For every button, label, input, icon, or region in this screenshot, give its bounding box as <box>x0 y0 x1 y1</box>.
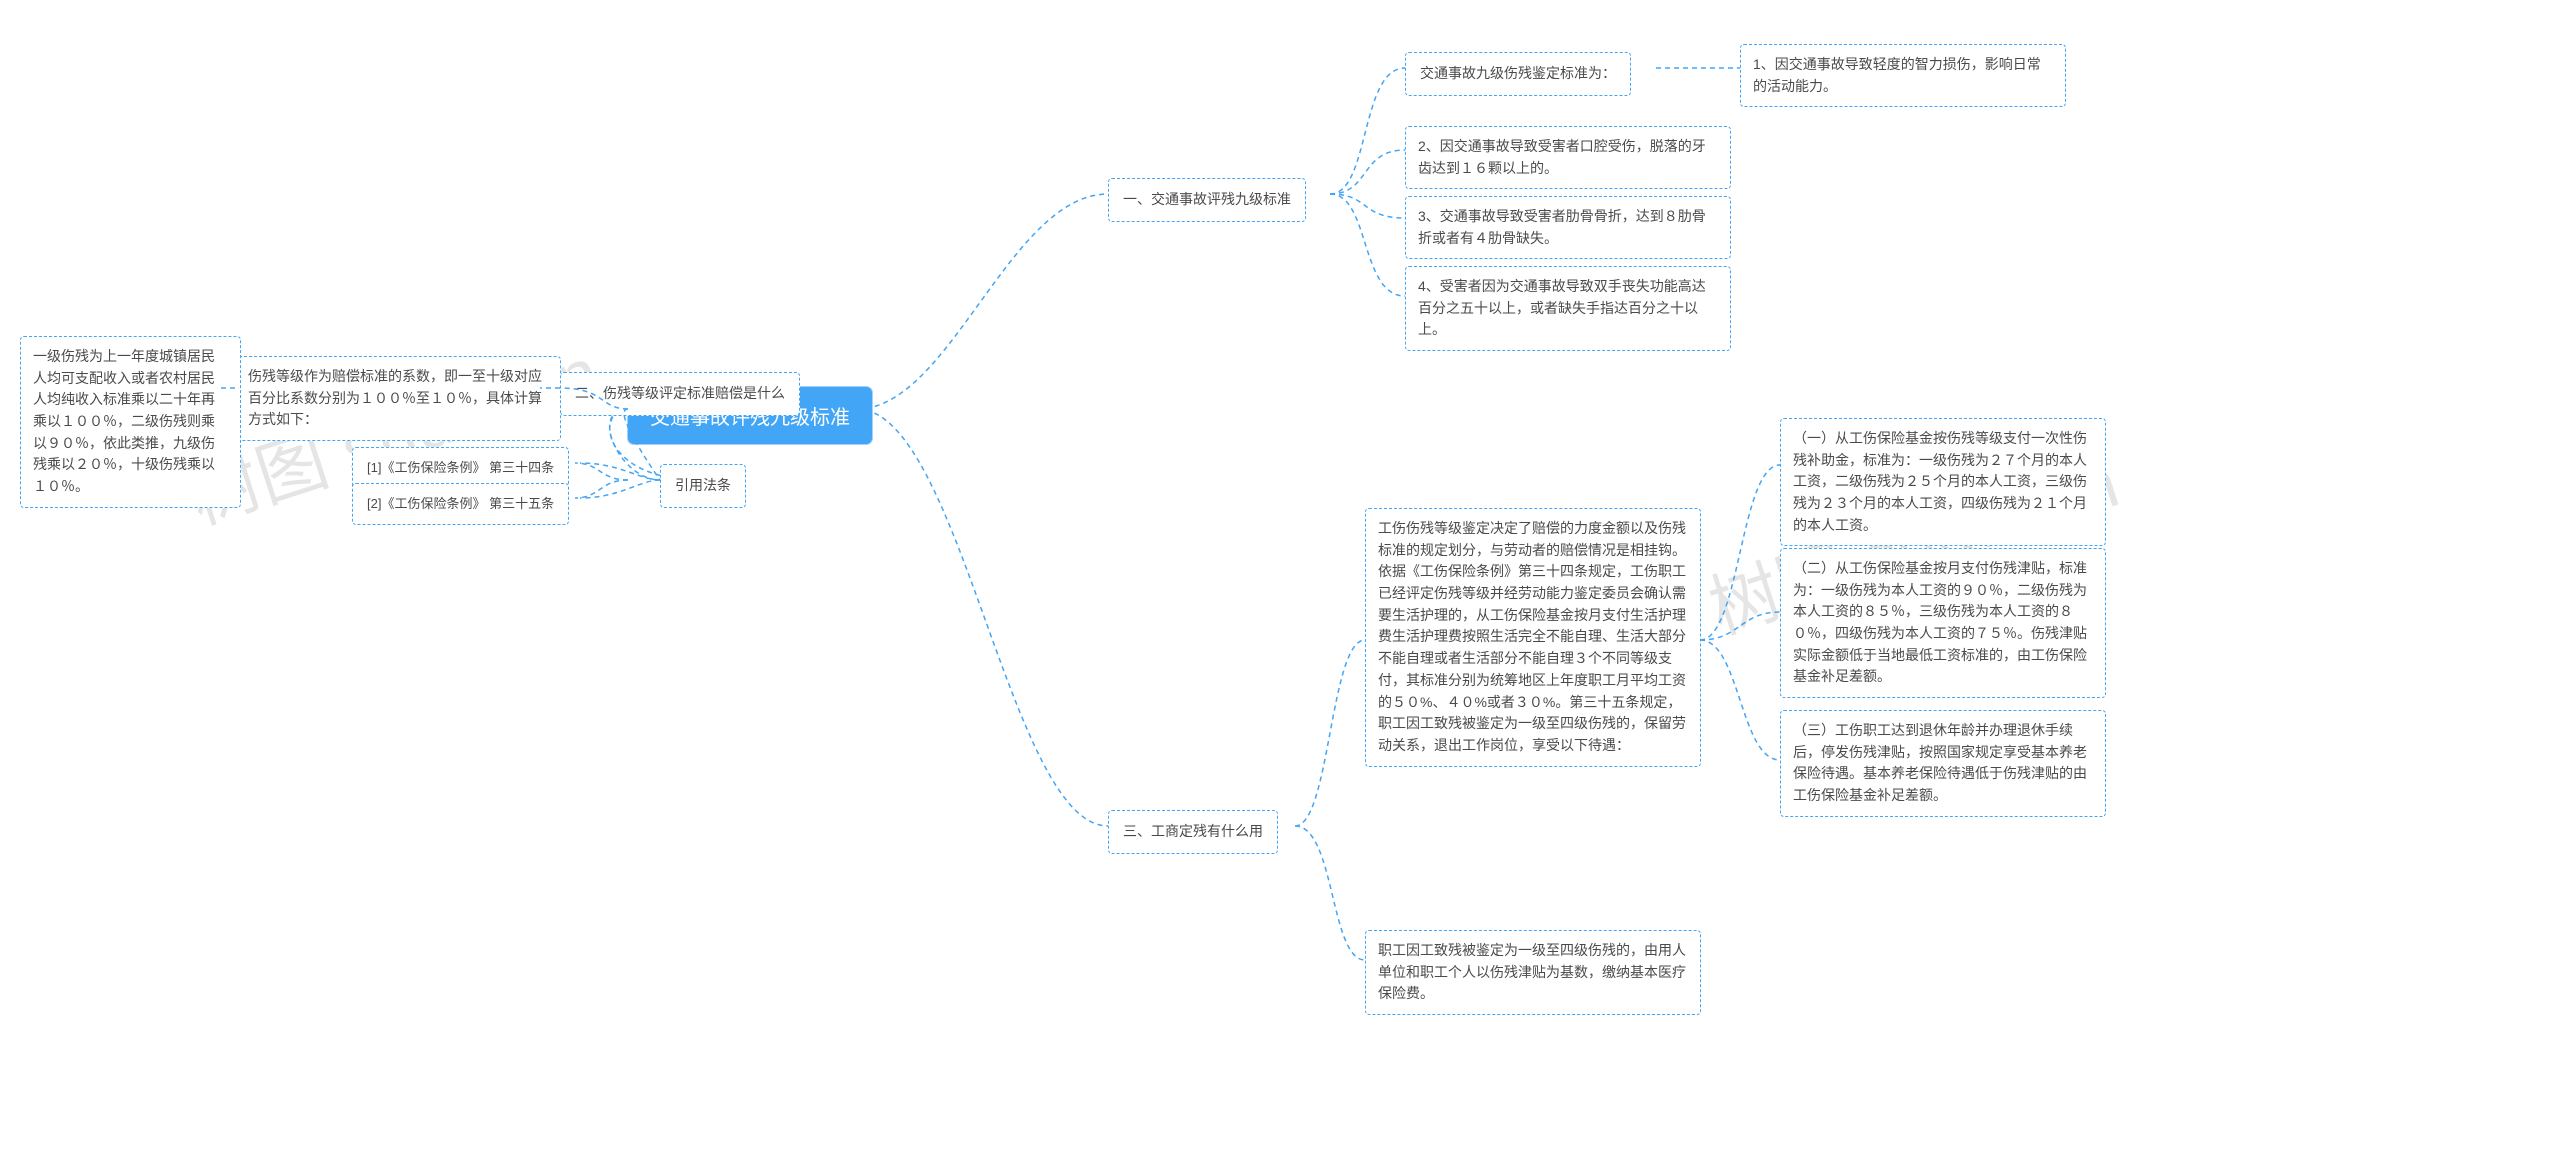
branch-2-c1-d1[interactable]: 一级伤残为上一年度城镇居民人均可支配收入或者农村居民人均纯收入标准乘以二十年再乘… <box>20 336 241 508</box>
refs-r2[interactable]: [2]《工伤保险条例》 第三十五条 <box>352 483 569 525</box>
branch-2[interactable]: 二、伤残等级评定标准赔偿是什么 <box>560 372 800 416</box>
branch-2-c1[interactable]: 伤残等级作为赔偿标准的系数，即一至十级对应百分比系数分别为１００％至１０％，具体… <box>235 356 561 441</box>
branch-1[interactable]: 一、交通事故评残九级标准 <box>1108 178 1306 222</box>
branch-1-c3[interactable]: 3、交通事故导致受害者肋骨骨折，达到８肋骨折或者有４肋骨缺失。 <box>1405 196 1731 259</box>
branch-1-c2[interactable]: 2、因交通事故导致受害者口腔受伤，脱落的牙齿达到１６颗以上的。 <box>1405 126 1731 189</box>
branch-3-c1-d1[interactable]: （一）从工伤保险基金按伤残等级支付一次性伤残补助金，标准为：一级伤残为２７个月的… <box>1780 418 2106 546</box>
branch-1-c1-label[interactable]: 交通事故九级伤残鉴定标准为： <box>1405 52 1631 96</box>
branch-3-c1[interactable]: 工伤伤残等级鉴定决定了赔偿的力度金额以及伤残标准的规定划分，与劳动者的赔偿情况是… <box>1365 508 1701 767</box>
connectors <box>0 0 2560 1151</box>
branch-3-c1-d2[interactable]: （二）从工伤保险基金按月支付伤残津贴，标准为：一级伤残为本人工资的９０％，二级伤… <box>1780 548 2106 698</box>
branch-3-c1-d3[interactable]: （三）工伤职工达到退休年龄并办理退休手续后，停发伤残津贴，按照国家规定享受基本养… <box>1780 710 2106 817</box>
branch-3[interactable]: 三、工商定残有什么用 <box>1108 810 1278 854</box>
branch-1-c4[interactable]: 4、受害者因为交通事故导致双手丧失功能高达百分之五十以上，或者缺失手指达百分之十… <box>1405 266 1731 351</box>
refs[interactable]: 引用法条 <box>660 464 746 508</box>
connectors-left <box>0 0 2560 1151</box>
branch-3-c2[interactable]: 职工因工致残被鉴定为一级至四级伤残的，由用人单位和职工个人以伤残津贴为基数，缴纳… <box>1365 930 1701 1015</box>
branch-1-c1-d1[interactable]: 1、因交通事故导致轻度的智力损伤，影响日常的活动能力。 <box>1740 44 2066 107</box>
